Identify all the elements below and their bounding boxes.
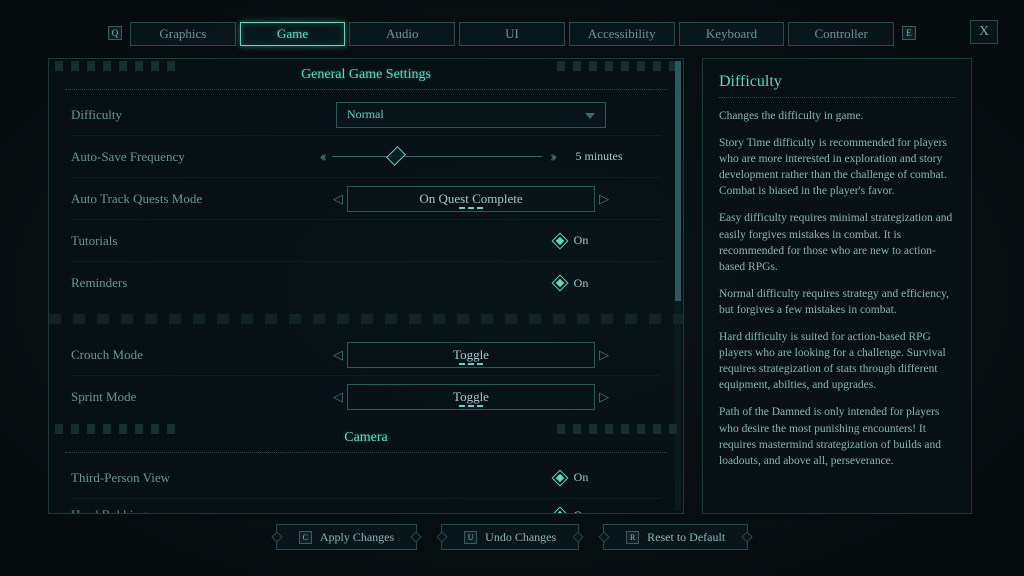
- cycler-prev-icon[interactable]: ◁: [329, 347, 347, 363]
- headbob-value: On: [574, 508, 589, 515]
- tab-ui[interactable]: UI: [459, 22, 565, 46]
- apply-button[interactable]: C Apply Changes: [276, 524, 417, 550]
- reset-button[interactable]: R Reset to Default: [603, 524, 748, 550]
- cycler-prev-icon[interactable]: ◁: [329, 191, 347, 207]
- autotrack-label: Auto Track Quests Mode: [71, 191, 281, 207]
- reset-key-hint: R: [626, 531, 639, 544]
- sprint-label: Sprint Mode: [71, 389, 281, 405]
- tab-keyboard[interactable]: Keyboard: [679, 22, 785, 46]
- autosave-label: Auto-Save Frequency: [71, 149, 281, 165]
- tab-bar: Q Graphics Game Audio UI Accessibility K…: [0, 0, 1024, 46]
- tab-graphics[interactable]: Graphics: [130, 22, 236, 46]
- undo-button[interactable]: U Undo Changes: [441, 524, 579, 550]
- crouch-label: Crouch Mode: [71, 347, 281, 363]
- info-title: Difficulty: [719, 73, 955, 91]
- headbob-toggle[interactable]: [551, 507, 568, 514]
- settings-panel: General Game Settings Difficulty Normal …: [48, 58, 684, 514]
- info-panel: Difficulty Changes the difficulty in gam…: [702, 58, 972, 514]
- tutorials-toggle[interactable]: [551, 232, 568, 249]
- tab-controller[interactable]: Controller: [788, 22, 894, 46]
- chevron-right-icon: ›››: [550, 148, 554, 166]
- reminders-label: Reminders: [71, 275, 281, 291]
- thirdperson-toggle[interactable]: [551, 469, 568, 486]
- prev-tab-key-hint: Q: [108, 26, 122, 40]
- autotrack-cycler[interactable]: On Quest Complete: [347, 186, 595, 212]
- close-button[interactable]: X: [970, 20, 998, 44]
- section-separator: [49, 314, 683, 324]
- next-tab-key-hint: E: [902, 26, 916, 40]
- autosave-value: 5 minutes: [575, 149, 622, 164]
- sprint-cycler[interactable]: Toggle: [347, 384, 595, 410]
- tab-game[interactable]: Game: [240, 22, 346, 46]
- scrollbar[interactable]: [675, 61, 681, 511]
- cycler-next-icon[interactable]: ▷: [595, 389, 613, 405]
- info-text: Changes the difficulty in game. Story Ti…: [719, 108, 955, 469]
- chevron-left-icon: ‹‹‹: [320, 148, 324, 166]
- difficulty-label: Difficulty: [71, 107, 281, 123]
- cycler-next-icon[interactable]: ▷: [595, 347, 613, 363]
- thirdperson-label: Third-Person View: [71, 470, 281, 486]
- crouch-cycler[interactable]: Toggle: [347, 342, 595, 368]
- section-camera-title: Camera: [65, 422, 667, 453]
- headbob-label: Head Bobbing: [71, 507, 281, 514]
- bottom-bar: C Apply Changes U Undo Changes R Reset t…: [0, 514, 1024, 550]
- difficulty-dropdown[interactable]: Normal: [336, 102, 606, 128]
- reminders-toggle[interactable]: [551, 275, 568, 292]
- scrollbar-thumb[interactable]: [675, 61, 681, 301]
- tutorials-value: On: [574, 233, 589, 248]
- undo-key-hint: U: [464, 531, 477, 544]
- tutorials-label: Tutorials: [71, 233, 281, 249]
- apply-key-hint: C: [299, 531, 312, 544]
- autosave-slider[interactable]: ‹‹‹ ›››: [320, 148, 554, 166]
- thirdperson-value: On: [574, 470, 589, 485]
- tab-audio[interactable]: Audio: [349, 22, 455, 46]
- cycler-next-icon[interactable]: ▷: [595, 191, 613, 207]
- section-general-title: General Game Settings: [65, 59, 667, 90]
- tab-accessibility[interactable]: Accessibility: [569, 22, 675, 46]
- cycler-prev-icon[interactable]: ◁: [329, 389, 347, 405]
- reminders-value: On: [574, 276, 589, 291]
